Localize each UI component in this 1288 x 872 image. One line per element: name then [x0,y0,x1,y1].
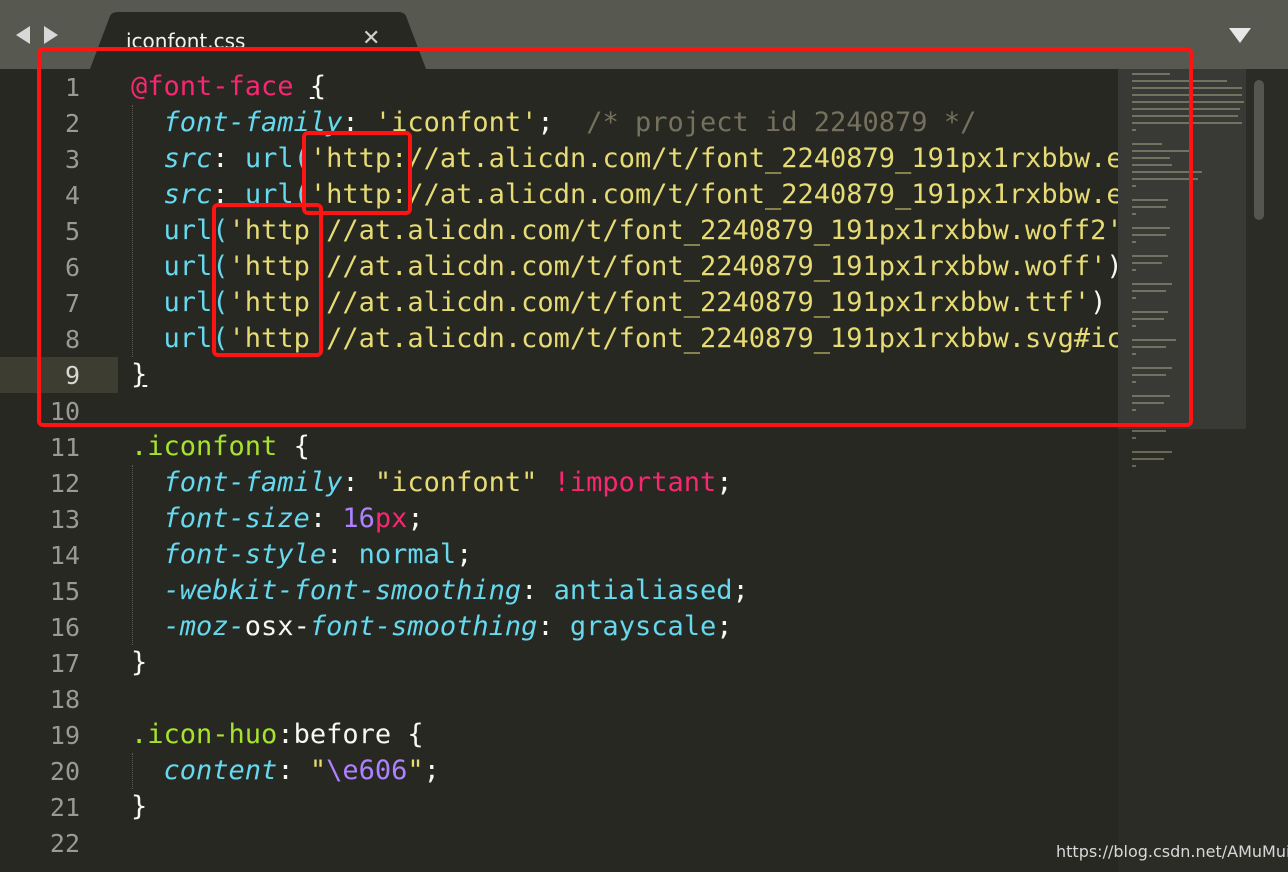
escape-token: \e606 [326,755,408,786]
number-token: 16 [342,503,375,534]
value-token: antialiased [553,575,733,606]
semicolon-token: ; [407,503,424,534]
annotation-box-font-face [37,47,1193,427]
quote-token: " [309,755,327,786]
value-token: normal [358,539,457,570]
colon-token: : [326,539,359,570]
code-line-11: .iconfont { [131,429,310,465]
code-line-17: } [131,645,147,681]
code-line-20: content: "\e606"; [131,753,440,789]
chevron-left-icon[interactable] [16,26,30,44]
colon-token: : [277,755,310,786]
colon-token: : [537,611,570,642]
pseudo-token: :before [277,719,392,750]
chevron-right-icon[interactable] [44,26,58,44]
property-token: font-style [163,539,327,570]
minimap-line [1132,458,1164,460]
minimap-line [1132,430,1166,432]
dropdown-triangle-icon[interactable] [1229,28,1251,43]
selector-token: .iconfont [131,431,278,462]
string-token: "iconfont" [374,467,538,498]
property-token: content [163,755,278,786]
annotation-box-http-url [212,203,323,357]
code-line-14: font-style: normal; [131,537,473,573]
scrollbar-track[interactable] [1246,69,1288,872]
minimap-line [1132,451,1172,453]
property-token: font-size [163,503,310,534]
semicolon-token: ; [423,755,440,786]
value-token: grayscale [569,611,717,642]
selector-token: .icon-huo [131,719,278,750]
watermark-text: https://blog.csdn.net/AMuMuion [1056,842,1288,861]
code-line-13: font-size: 16px; [131,501,424,537]
semicolon-token: ; [716,467,733,498]
code-line-12: font-family: "iconfont" !important; [131,465,733,501]
vendor-prefix-token: -moz- [163,611,245,642]
semicolon-token: ; [716,611,733,642]
semicolon-token: ; [456,539,473,570]
property-token: font-smoothing [309,611,538,642]
code-line-15: -webkit-font-smoothing: antialiased; [131,573,749,609]
colon-token: : [521,575,554,606]
unit-token: px [374,503,408,534]
minimap-line [1132,437,1136,439]
colon-token: : [309,503,343,534]
property-token: font-family [163,467,343,498]
important-token: !important [537,467,717,498]
code-line-19: .icon-huo:before { [131,717,424,753]
colon-token: : [342,467,375,498]
code-line-21: } [131,789,147,825]
quote-token: " [407,755,424,786]
semicolon-token: ; [732,575,749,606]
brace-token: { [391,719,424,750]
brace-token: } [131,647,148,678]
brace-token: { [277,431,310,462]
brace-token: } [131,791,148,822]
property-token: -webkit-font-smoothing [163,575,522,606]
scrollbar-thumb[interactable] [1254,80,1264,220]
identifier-token: osx- [244,611,310,642]
code-line-16: -moz-osx-font-smoothing: grayscale; [131,609,733,645]
minimap-line [1132,465,1136,467]
